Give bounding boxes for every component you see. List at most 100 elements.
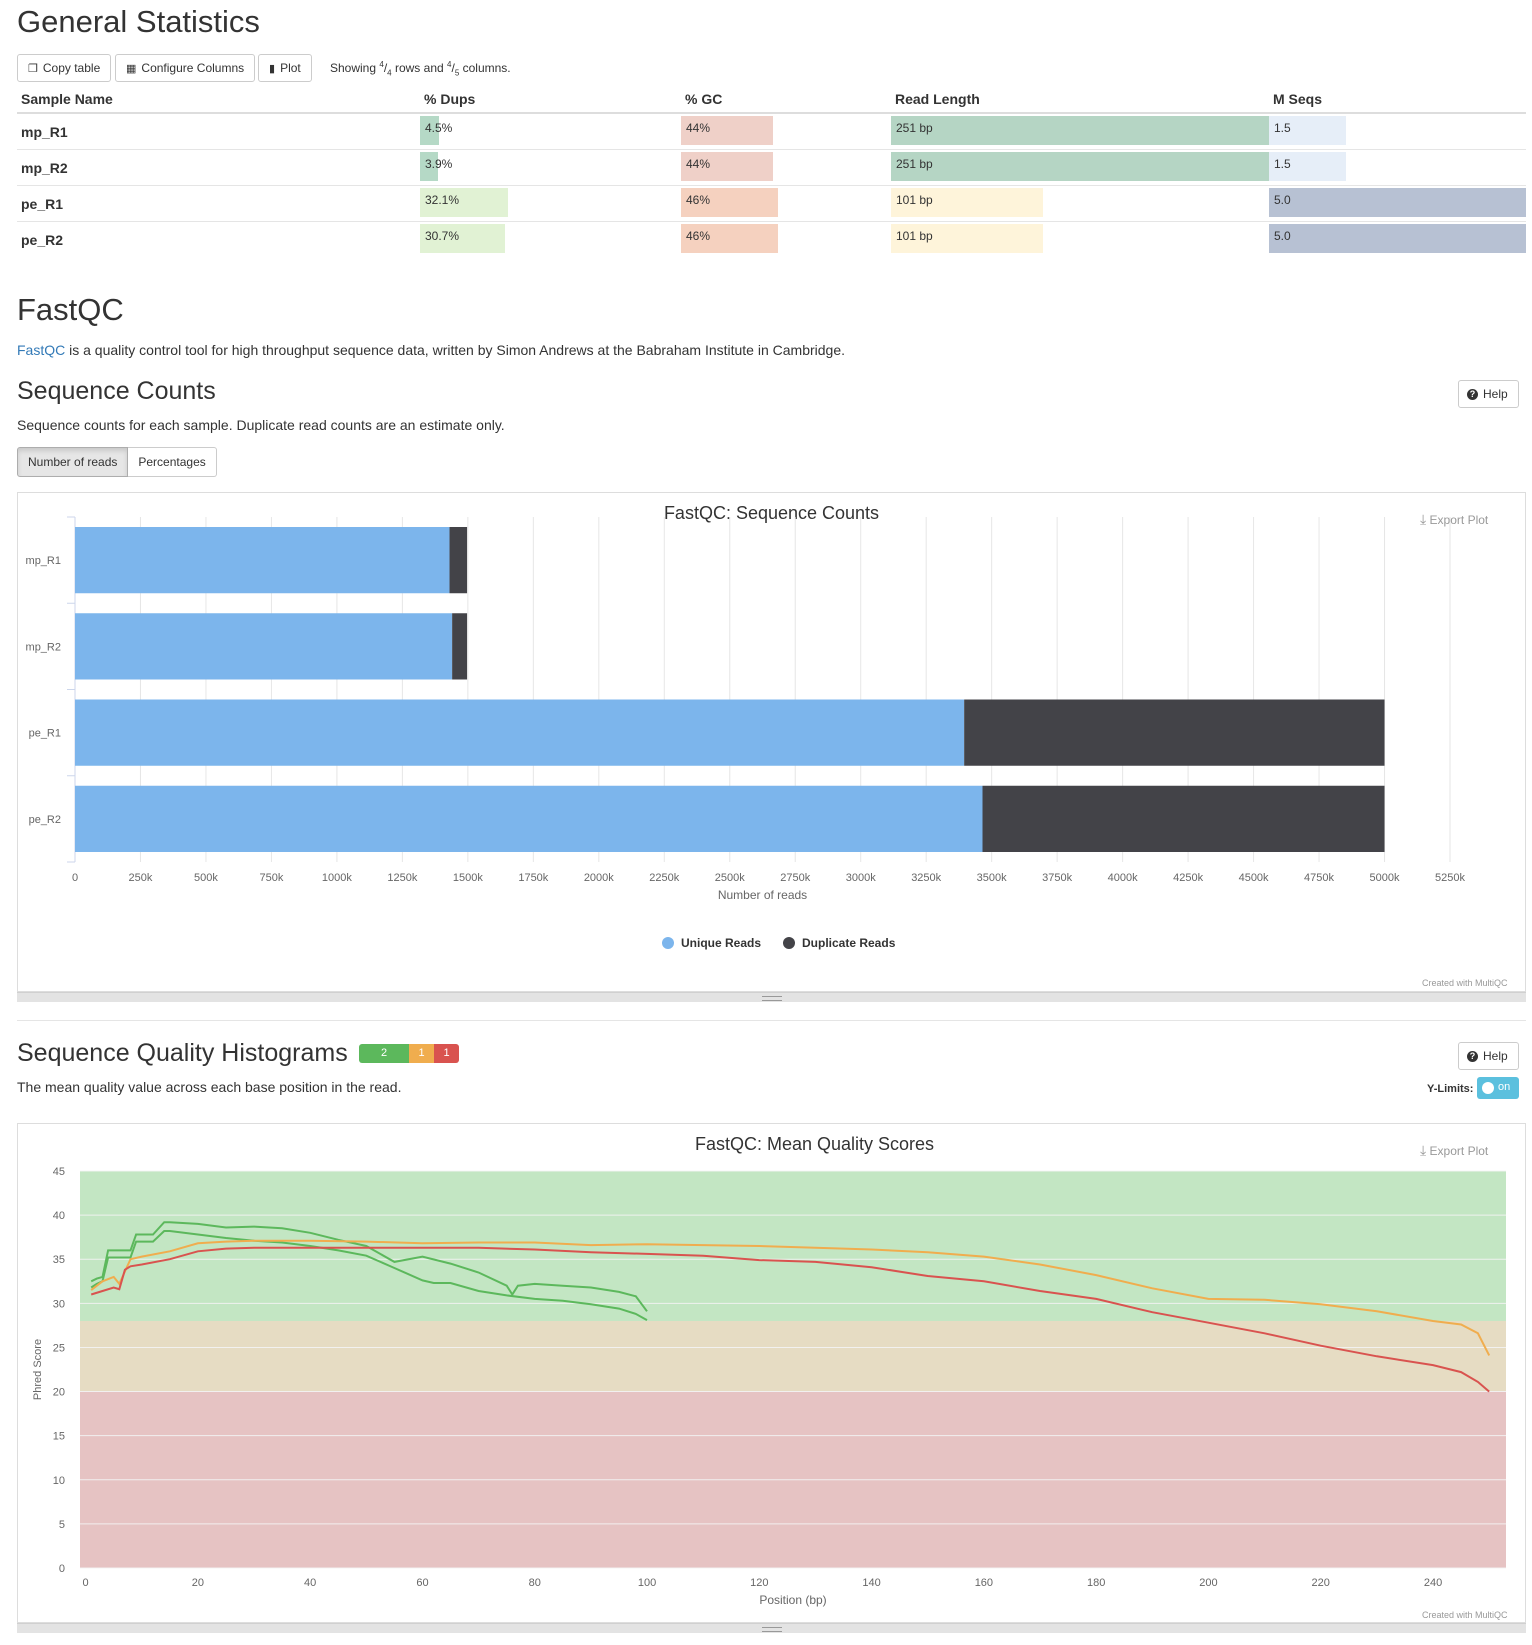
table-row: pe_R2 30.7% 46% 101 bp 5.0 [17, 221, 1526, 257]
gc-value: 44% [686, 157, 711, 171]
copy-table-label: Copy table [42, 61, 101, 75]
dups-value: 3.9% [425, 157, 453, 171]
legend-marker[interactable] [783, 937, 795, 949]
plot-button[interactable]: ▮ Plot [258, 54, 312, 82]
gc-value: 44% [686, 121, 711, 135]
sequence-counts-toggle-group: Number of reads Percentages [17, 447, 217, 477]
table-header-row: Sample Name % Dups % GC Read Length M Se… [17, 86, 1526, 114]
mean-quality-svg: 0 5 10 15 20 25 30 35 40 45 0 20 40 60 80 100 120 140 160 1… [32, 1166, 1506, 1607]
gc-value: 46% [686, 193, 711, 207]
mseqs-value: 5.0 [1274, 229, 1291, 243]
x-tick-label: 20 [192, 1577, 204, 1589]
header-sample-name[interactable]: Sample Name [17, 86, 420, 114]
resize-handle[interactable] [17, 992, 1526, 1002]
cols-shown: 4 [447, 60, 452, 69]
dups-value: 30.7% [425, 229, 460, 243]
cols-total: 5 [454, 68, 460, 78]
configure-columns-button[interactable]: ▦ Configure Columns [115, 54, 256, 82]
y-tick-label: mp_R1 [26, 555, 61, 567]
unique-reads-bar[interactable] [75, 699, 965, 766]
status-badge-fail[interactable]: 1 [434, 1044, 459, 1063]
len-value: 251 bp [896, 121, 933, 135]
y-tick-label: 30 [53, 1298, 65, 1310]
header-dups[interactable]: % Dups [420, 86, 681, 114]
x-tick-label: 120 [750, 1577, 768, 1589]
x-tick-label: 500k [194, 872, 218, 884]
x-tick-label: 200 [1199, 1577, 1217, 1589]
quality-band [80, 1171, 1506, 1321]
showing-prefix: Showing [330, 61, 377, 75]
table-showing-text: Showing 4/4 rows and 4/5 columns. [330, 60, 511, 78]
configure-columns-label: Configure Columns [141, 61, 245, 75]
help-label: Help [1483, 387, 1508, 401]
header-mseqs[interactable]: M Seqs [1269, 86, 1526, 114]
unique-reads-bar[interactable] [75, 613, 453, 680]
duplicate-reads-bar[interactable] [964, 699, 1385, 766]
table-row: mp_R2 3.9% 44% 251 bp 1.5 [17, 149, 1526, 186]
y-tick-label: 10 [53, 1475, 65, 1487]
status-badge-warn[interactable]: 1 [409, 1044, 434, 1063]
x-tick-label: 5000k [1370, 872, 1400, 884]
x-tick-label: 220 [1312, 1577, 1330, 1589]
multiqc-credit: Created with MultiQC [1422, 1610, 1508, 1620]
mean-quality-plot: FastQC: Mean Quality Scores ⤓ Export Plo… [17, 1123, 1526, 1623]
len-value: 101 bp [896, 229, 933, 243]
duplicate-reads-bar[interactable] [449, 527, 468, 594]
legend-marker[interactable] [662, 937, 674, 949]
len-cell: 251 bp [891, 112, 1269, 150]
general-statistics-table: Sample Name % Dups % GC Read Length M Se… [17, 86, 1526, 257]
x-tick-label: 160 [975, 1577, 993, 1589]
x-tick-label: 100 [638, 1577, 656, 1589]
header-gc[interactable]: % GC [681, 86, 891, 114]
help-button[interactable]: ? Help [1458, 380, 1519, 408]
table-row: mp_R1 4.5% 44% 251 bp 1.5 [17, 112, 1526, 150]
unique-reads-bar[interactable] [75, 527, 450, 594]
x-tick-label: 1000k [322, 872, 352, 884]
dups-cell: 30.7% [420, 221, 681, 257]
duplicate-reads-bar[interactable] [452, 613, 468, 680]
resize-handle[interactable] [17, 1623, 1526, 1633]
fastqc-intro: FastQC is a quality control tool for hig… [17, 342, 845, 358]
bar-chart-icon: ▮ [269, 62, 276, 75]
header-read-length[interactable]: Read Length [891, 86, 1269, 114]
fastqc-link[interactable]: FastQC [17, 342, 65, 358]
ylimits-toggle[interactable]: on [1477, 1077, 1519, 1099]
y-tick-label: 25 [53, 1342, 65, 1354]
mseqs-cell: 5.0 [1269, 185, 1526, 222]
y-tick-label: 15 [53, 1431, 65, 1443]
mseqs-value: 1.5 [1274, 121, 1291, 135]
tab-number-of-reads[interactable]: Number of reads [17, 447, 129, 477]
y-tick-label: 5 [59, 1519, 65, 1531]
sample-name-cell: mp_R2 [17, 149, 420, 186]
unique-reads-bar[interactable] [75, 785, 983, 852]
sequence-counts-plot: FastQC: Sequence Counts ⤓ Export Plot 02… [17, 492, 1526, 992]
x-axis-label: Position (bp) [759, 1593, 826, 1607]
x-tick-label: 0 [72, 872, 78, 884]
status-badges: 2 1 1 [359, 1044, 459, 1063]
copy-table-button[interactable]: ❐ Copy table [17, 54, 112, 82]
gc-cell: 46% [681, 221, 891, 257]
grid-icon: ▦ [126, 62, 137, 75]
legend-item[interactable]: Unique Reads [681, 936, 761, 950]
sample-name-cell: mp_R1 [17, 112, 420, 150]
gc-cell: 44% [681, 112, 891, 150]
x-tick-label: 5250k [1435, 872, 1465, 884]
sequence-quality-description: The mean quality value across each base … [17, 1079, 402, 1095]
duplicate-reads-bar[interactable] [982, 785, 1385, 852]
y-axis-label: Phred Score [32, 1339, 44, 1400]
status-badge-pass[interactable]: 2 [359, 1044, 409, 1063]
sequence-quality-title: Sequence Quality Histograms [17, 1039, 348, 1067]
legend-item[interactable]: Duplicate Reads [802, 936, 896, 950]
mseqs-cell: 5.0 [1269, 221, 1526, 257]
tab-percentages[interactable]: Percentages [128, 447, 217, 477]
help-button-quality[interactable]: ? Help [1458, 1042, 1519, 1070]
help-label: Help [1483, 1049, 1508, 1063]
y-tick-label: 40 [53, 1210, 65, 1222]
x-tick-label: 60 [416, 1577, 428, 1589]
x-tick-label: 3500k [977, 872, 1007, 884]
section-divider [17, 1020, 1526, 1021]
x-axis-label: Number of reads [718, 888, 807, 902]
toggle-knob [1482, 1082, 1494, 1094]
general-statistics-title: General Statistics [17, 4, 260, 39]
mseqs-bar [1269, 224, 1526, 253]
